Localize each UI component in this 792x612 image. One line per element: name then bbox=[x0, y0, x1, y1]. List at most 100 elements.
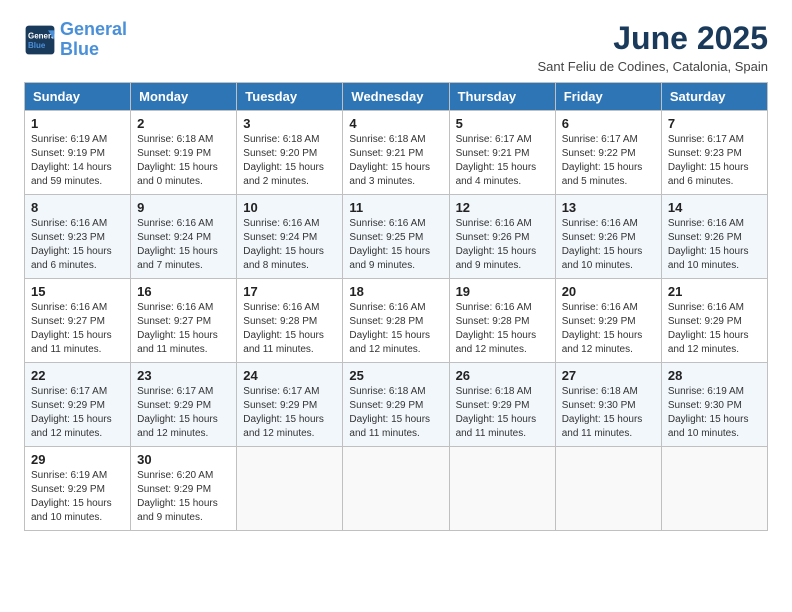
day-number: 27 bbox=[562, 368, 655, 383]
day-number: 3 bbox=[243, 116, 336, 131]
day-number: 21 bbox=[668, 284, 761, 299]
calendar-cell: 1Sunrise: 6:19 AMSunset: 9:19 PMDaylight… bbox=[25, 111, 131, 195]
calendar-table: SundayMondayTuesdayWednesdayThursdayFrid… bbox=[24, 82, 768, 531]
day-number: 28 bbox=[668, 368, 761, 383]
calendar-day-header: Friday bbox=[555, 83, 661, 111]
day-number: 26 bbox=[456, 368, 549, 383]
calendar-cell: 9 Sunrise: 6:16 AMSunset: 9:24 PMDaylight… bbox=[131, 195, 237, 279]
calendar-cell: 18Sunrise: 6:16 AMSunset: 9:28 PMDayligh… bbox=[343, 279, 449, 363]
calendar-cell: 11 Sunrise: 6:16 AMSunset: 9:25 PMDayligh… bbox=[343, 195, 449, 279]
calendar-cell: 12 Sunrise: 6:16 AMSunset: 9:26 PMDayligh… bbox=[449, 195, 555, 279]
day-info: Sunrise: 6:18 AMSunset: 9:21 PMDaylight:… bbox=[349, 133, 442, 189]
logo-text: General Blue bbox=[60, 20, 127, 60]
calendar-header-row: SundayMondayTuesdayWednesdayThursdayFrid… bbox=[25, 83, 768, 111]
calendar-cell: 23Sunrise: 6:17 AMSunset: 9:29 PMDayligh… bbox=[131, 363, 237, 447]
calendar-cell: 13Sunrise: 6:16 AMSunset: 9:26 PMDayligh… bbox=[555, 195, 661, 279]
svg-text:Blue: Blue bbox=[28, 41, 46, 50]
calendar-cell: 7Sunrise: 6:17 AMSunset: 9:23 PMDaylight… bbox=[661, 111, 767, 195]
calendar-cell: 29 Sunrise: 6:19 AMSunset: 9:29 PMDayligh… bbox=[25, 447, 131, 531]
logo: General Blue General Blue bbox=[24, 20, 127, 60]
calendar-day-header: Thursday bbox=[449, 83, 555, 111]
day-number: 25 bbox=[349, 368, 442, 383]
calendar-day-header: Sunday bbox=[25, 83, 131, 111]
calendar-day-header: Tuesday bbox=[237, 83, 343, 111]
day-info: Sunrise: 6:16 AMSunset: 9:29 PMDaylight:… bbox=[668, 301, 761, 357]
day-number: 29 bbox=[31, 452, 124, 467]
day-number: 5 bbox=[456, 116, 549, 131]
calendar-cell: 27 Sunrise: 6:18 AMSunset: 9:30 PMDayligh… bbox=[555, 363, 661, 447]
day-info: Sunrise: 6:18 AMSunset: 9:30 PMDaylight:… bbox=[562, 385, 655, 441]
calendar-cell: 30 Sunrise: 6:20 AMSunset: 9:29 PMDayligh… bbox=[131, 447, 237, 531]
calendar-cell: 5 Sunrise: 6:17 AMSunset: 9:21 PMDaylight… bbox=[449, 111, 555, 195]
calendar-cell: 28 Sunrise: 6:19 AMSunset: 9:30 PMDayligh… bbox=[661, 363, 767, 447]
day-info: Sunrise: 6:17 AMSunset: 9:21 PMDaylight:… bbox=[456, 133, 549, 189]
day-number: 11 bbox=[349, 200, 442, 215]
day-number: 20 bbox=[562, 284, 655, 299]
calendar-cell: 20 Sunrise: 6:16 AMSunset: 9:29 PMDayligh… bbox=[555, 279, 661, 363]
calendar-cell: 10 Sunrise: 6:16 AMSunset: 9:24 PMDayligh… bbox=[237, 195, 343, 279]
day-info: Sunrise: 6:17 AMSunset: 9:29 PMDaylight:… bbox=[243, 385, 336, 441]
calendar-week-row: 22 Sunrise: 6:17 AMSunset: 9:29 PMDayligh… bbox=[25, 363, 768, 447]
calendar-cell bbox=[555, 447, 661, 531]
day-info: Sunrise: 6:17 AMSunset: 9:22 PMDaylight:… bbox=[562, 133, 655, 189]
day-info: Sunrise: 6:18 AMSunset: 9:29 PMDaylight:… bbox=[456, 385, 549, 441]
day-info: Sunrise: 6:16 AMSunset: 9:28 PMDaylight:… bbox=[243, 301, 336, 357]
calendar-cell: 14Sunrise: 6:16 AMSunset: 9:26 PMDayligh… bbox=[661, 195, 767, 279]
calendar-day-header: Wednesday bbox=[343, 83, 449, 111]
calendar-cell: 17 Sunrise: 6:16 AMSunset: 9:28 PMDayligh… bbox=[237, 279, 343, 363]
logo-icon: General Blue bbox=[24, 24, 56, 56]
calendar-cell bbox=[343, 447, 449, 531]
day-info: Sunrise: 6:17 AMSunset: 9:23 PMDaylight:… bbox=[668, 133, 761, 189]
day-info: Sunrise: 6:20 AMSunset: 9:29 PMDaylight:… bbox=[137, 469, 230, 525]
day-number: 4 bbox=[349, 116, 442, 131]
calendar-cell: 3Sunrise: 6:18 AMSunset: 9:20 PMDaylight… bbox=[237, 111, 343, 195]
calendar-cell bbox=[449, 447, 555, 531]
calendar-cell: 25Sunrise: 6:18 AMSunset: 9:29 PMDayligh… bbox=[343, 363, 449, 447]
day-info: Sunrise: 6:16 AMSunset: 9:28 PMDaylight:… bbox=[456, 301, 549, 357]
calendar-cell: 2Sunrise: 6:18 AMSunset: 9:19 PMDaylight… bbox=[131, 111, 237, 195]
day-info: Sunrise: 6:16 AMSunset: 9:25 PMDaylight:… bbox=[349, 217, 442, 273]
calendar-week-row: 29 Sunrise: 6:19 AMSunset: 9:29 PMDayligh… bbox=[25, 447, 768, 531]
day-number: 15 bbox=[31, 284, 124, 299]
calendar-cell: 24 Sunrise: 6:17 AMSunset: 9:29 PMDayligh… bbox=[237, 363, 343, 447]
day-number: 30 bbox=[137, 452, 230, 467]
day-info: Sunrise: 6:16 AMSunset: 9:26 PMDaylight:… bbox=[456, 217, 549, 273]
day-info: Sunrise: 6:16 AMSunset: 9:24 PMDaylight:… bbox=[243, 217, 336, 273]
day-info: Sunrise: 6:17 AMSunset: 9:29 PMDaylight:… bbox=[137, 385, 230, 441]
day-number: 17 bbox=[243, 284, 336, 299]
day-number: 14 bbox=[668, 200, 761, 215]
calendar-cell: 21 Sunrise: 6:16 AMSunset: 9:29 PMDayligh… bbox=[661, 279, 767, 363]
day-info: Sunrise: 6:19 AMSunset: 9:30 PMDaylight:… bbox=[668, 385, 761, 441]
day-info: Sunrise: 6:16 AMSunset: 9:24 PMDaylight:… bbox=[137, 217, 230, 273]
logo-blue: Blue bbox=[60, 39, 99, 59]
day-number: 13 bbox=[562, 200, 655, 215]
day-number: 9 bbox=[137, 200, 230, 215]
day-info: Sunrise: 6:19 AMSunset: 9:29 PMDaylight:… bbox=[31, 469, 124, 525]
calendar-week-row: 1Sunrise: 6:19 AMSunset: 9:19 PMDaylight… bbox=[25, 111, 768, 195]
calendar-cell: 15 Sunrise: 6:16 AMSunset: 9:27 PMDayligh… bbox=[25, 279, 131, 363]
day-number: 16 bbox=[137, 284, 230, 299]
calendar-cell: 22 Sunrise: 6:17 AMSunset: 9:29 PMDayligh… bbox=[25, 363, 131, 447]
day-number: 24 bbox=[243, 368, 336, 383]
calendar-week-row: 15 Sunrise: 6:16 AMSunset: 9:27 PMDayligh… bbox=[25, 279, 768, 363]
calendar-cell: 6 Sunrise: 6:17 AMSunset: 9:22 PMDaylight… bbox=[555, 111, 661, 195]
day-number: 10 bbox=[243, 200, 336, 215]
day-number: 22 bbox=[31, 368, 124, 383]
page: General Blue General Blue June 2025 Sant… bbox=[0, 0, 792, 551]
day-info: Sunrise: 6:17 AMSunset: 9:29 PMDaylight:… bbox=[31, 385, 124, 441]
day-number: 1 bbox=[31, 116, 124, 131]
calendar-day-header: Saturday bbox=[661, 83, 767, 111]
calendar-cell: 8Sunrise: 6:16 AMSunset: 9:23 PMDaylight… bbox=[25, 195, 131, 279]
day-info: Sunrise: 6:16 AMSunset: 9:27 PMDaylight:… bbox=[137, 301, 230, 357]
day-number: 18 bbox=[349, 284, 442, 299]
day-number: 12 bbox=[456, 200, 549, 215]
month-title: June 2025 bbox=[537, 20, 768, 57]
day-info: Sunrise: 6:16 AMSunset: 9:29 PMDaylight:… bbox=[562, 301, 655, 357]
calendar-cell bbox=[661, 447, 767, 531]
day-info: Sunrise: 6:18 AMSunset: 9:19 PMDaylight:… bbox=[137, 133, 230, 189]
calendar-cell bbox=[237, 447, 343, 531]
day-number: 19 bbox=[456, 284, 549, 299]
day-number: 6 bbox=[562, 116, 655, 131]
title-block: June 2025 Sant Feliu de Codines, Catalon… bbox=[537, 20, 768, 74]
day-info: Sunrise: 6:16 AMSunset: 9:27 PMDaylight:… bbox=[31, 301, 124, 357]
